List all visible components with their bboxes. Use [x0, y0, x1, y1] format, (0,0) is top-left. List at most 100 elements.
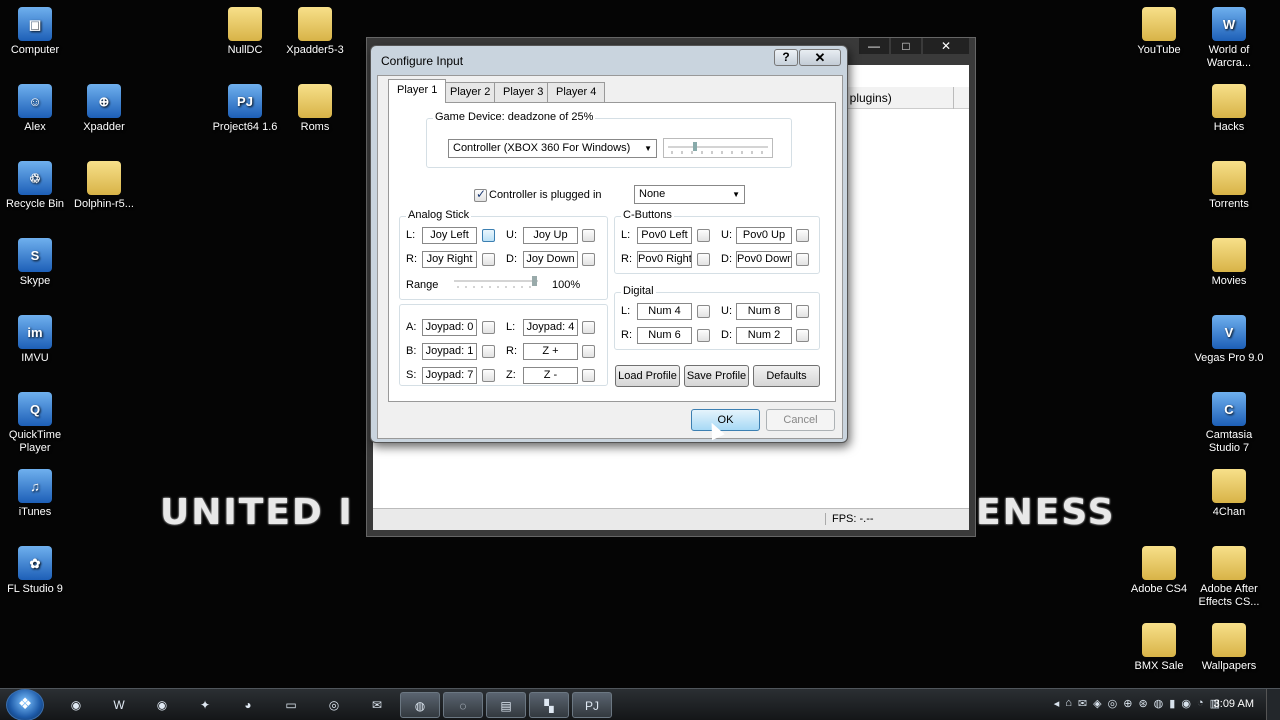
desktop-shortcut[interactable]: ♫ iTunes: [0, 469, 72, 519]
digital-left-field[interactable]: Num 4: [637, 303, 692, 320]
tab-player-1[interactable]: Player 1: [388, 79, 447, 103]
dialog-close-button[interactable]: ✕: [799, 49, 841, 66]
tray-icon[interactable]: ◎: [1108, 697, 1118, 710]
save-profile-button[interactable]: Save Profile: [684, 365, 749, 387]
project64-icon[interactable]: PJ: [572, 692, 612, 718]
desktop-shortcut[interactable]: Wallpapers: [1192, 623, 1266, 673]
c-left-field[interactable]: Pov0 Left: [637, 227, 692, 244]
help-button[interactable]: ?: [774, 49, 798, 66]
c-down-field[interactable]: Pov0 Down: [736, 251, 792, 268]
button-a-toggle[interactable]: [482, 321, 495, 334]
tray-icon[interactable]: ◔: [1197, 697, 1204, 710]
column-separator[interactable]: [953, 87, 954, 109]
tray-icon[interactable]: ◈: [1093, 697, 1101, 710]
desktop-shortcut[interactable]: ✿ FL Studio 9: [0, 546, 72, 596]
button-start-toggle[interactable]: [482, 369, 495, 382]
minimize-button[interactable]: —: [859, 38, 889, 54]
analog-right-toggle[interactable]: [482, 253, 495, 266]
desktop-shortcut[interactable]: W World of Warcra...: [1192, 7, 1266, 70]
desktop-shortcut[interactable]: S Skype: [0, 238, 72, 288]
desktop-shortcut[interactable]: 4Chan: [1192, 469, 1266, 519]
explorer-icon[interactable]: ▭: [271, 692, 311, 718]
desktop-shortcut[interactable]: Xpadder5-3: [278, 7, 352, 57]
desktop-shortcut[interactable]: BMX Sale: [1122, 623, 1196, 673]
desktop-shortcut[interactable]: C Camtasia Studio 7: [1192, 392, 1266, 455]
tray-icon[interactable]: ⊕: [1123, 697, 1132, 710]
chrome-icon[interactable]: ◕: [228, 692, 268, 718]
tray-icon[interactable]: ✉: [1078, 697, 1087, 710]
tray-icon[interactable]: ◍: [1154, 697, 1164, 710]
digital-right-field[interactable]: Num 6: [637, 327, 692, 344]
tray-icon[interactable]: ⌂: [1065, 697, 1072, 710]
button-b-toggle[interactable]: [482, 345, 495, 358]
button-r-field[interactable]: Z +: [523, 343, 578, 360]
mail-icon[interactable]: ✉: [357, 692, 397, 718]
tray-icon[interactable]: ◉: [1181, 697, 1191, 710]
tray-icon[interactable]: ⊛: [1138, 697, 1147, 710]
tab-player-2[interactable]: Player 2: [441, 82, 500, 102]
device-dropdown[interactable]: Controller (XBOX 360 For Windows) ▼: [448, 139, 657, 158]
desktop-shortcut[interactable]: PJ Project64 1.6: [208, 84, 282, 134]
analog-down-field[interactable]: Joy Down: [523, 251, 578, 268]
tray-icon[interactable]: ▮: [1169, 697, 1175, 710]
app-icon[interactable]: ◌: [443, 692, 483, 718]
camtasia-icon[interactable]: ▤: [486, 692, 526, 718]
analog-down-toggle[interactable]: [582, 253, 595, 266]
clock[interactable]: 3:09 AM: [1214, 698, 1254, 710]
itunes-icon[interactable]: ◍: [400, 692, 440, 718]
tab-player-3[interactable]: Player 3: [494, 82, 553, 102]
maximize-button[interactable]: □: [891, 38, 921, 54]
c-up-toggle[interactable]: [796, 229, 809, 242]
c-left-toggle[interactable]: [697, 229, 710, 242]
digital-left-toggle[interactable]: [697, 305, 710, 318]
button-l-field[interactable]: Joypad: 4: [523, 319, 578, 336]
wow-icon[interactable]: W: [99, 692, 139, 718]
browser-icon[interactable]: ◉: [56, 692, 96, 718]
start-button[interactable]: ❖: [6, 689, 44, 720]
desktop-shortcut[interactable]: Adobe After Effects CS...: [1192, 546, 1266, 609]
desktop-shortcut[interactable]: YouTube: [1122, 7, 1196, 57]
defaults-button[interactable]: Defaults: [753, 365, 820, 387]
desktop-shortcut[interactable]: ⊕ Xpadder: [67, 84, 141, 134]
controller-plugged-checkbox[interactable]: [474, 187, 487, 202]
digital-down-toggle[interactable]: [796, 329, 809, 342]
digital-up-toggle[interactable]: [796, 305, 809, 318]
tray-icon[interactable]: ◂: [1054, 697, 1060, 710]
show-desktop-button[interactable]: [1266, 689, 1280, 720]
analog-up-toggle[interactable]: [582, 229, 595, 242]
analog-left-toggle[interactable]: [482, 229, 495, 242]
desktop-shortcut[interactable]: ♲ Recycle Bin: [0, 161, 72, 211]
media-player-icon[interactable]: ◉: [142, 692, 182, 718]
tab-player-4[interactable]: Player 4: [547, 82, 606, 102]
button-z-toggle[interactable]: [582, 369, 595, 382]
desktop-shortcut[interactable]: Torrents: [1192, 161, 1266, 211]
analog-up-field[interactable]: Joy Up: [523, 227, 578, 244]
c-down-toggle[interactable]: [796, 253, 809, 266]
xpadder-icon[interactable]: ▚: [529, 692, 569, 718]
desktop-shortcut[interactable]: V Vegas Pro 9.0: [1192, 315, 1266, 365]
ok-button[interactable]: OK: [691, 409, 760, 431]
button-z-field[interactable]: Z -: [523, 367, 578, 384]
pak-dropdown[interactable]: None ▼: [634, 185, 745, 204]
steam-icon[interactable]: ◎: [314, 692, 354, 718]
close-button[interactable]: ✕: [923, 38, 969, 54]
c-right-toggle[interactable]: [697, 253, 710, 266]
button-b-field[interactable]: Joypad: 1: [422, 343, 477, 360]
desktop-shortcut[interactable]: Hacks: [1192, 84, 1266, 134]
button-a-field[interactable]: Joypad: 0: [422, 319, 477, 336]
range-slider[interactable]: [452, 274, 542, 292]
desktop-shortcut[interactable]: NullDC: [208, 7, 282, 57]
c-up-field[interactable]: Pov0 Up: [736, 227, 792, 244]
desktop-shortcut[interactable]: ▣ Computer: [0, 7, 72, 57]
desktop-shortcut[interactable]: Roms: [278, 84, 352, 134]
desktop-shortcut[interactable]: Adobe CS4: [1122, 546, 1196, 596]
button-l-toggle[interactable]: [582, 321, 595, 334]
desktop-shortcut[interactable]: Q QuickTime Player: [0, 392, 72, 455]
desktop-shortcut[interactable]: Movies: [1192, 238, 1266, 288]
analog-left-field[interactable]: Joy Left: [422, 227, 477, 244]
analog-right-field[interactable]: Joy Right: [422, 251, 477, 268]
button-r-toggle[interactable]: [582, 345, 595, 358]
cancel-button[interactable]: Cancel: [766, 409, 835, 431]
desktop-shortcut[interactable]: ☺ Alex: [0, 84, 72, 134]
digital-right-toggle[interactable]: [697, 329, 710, 342]
